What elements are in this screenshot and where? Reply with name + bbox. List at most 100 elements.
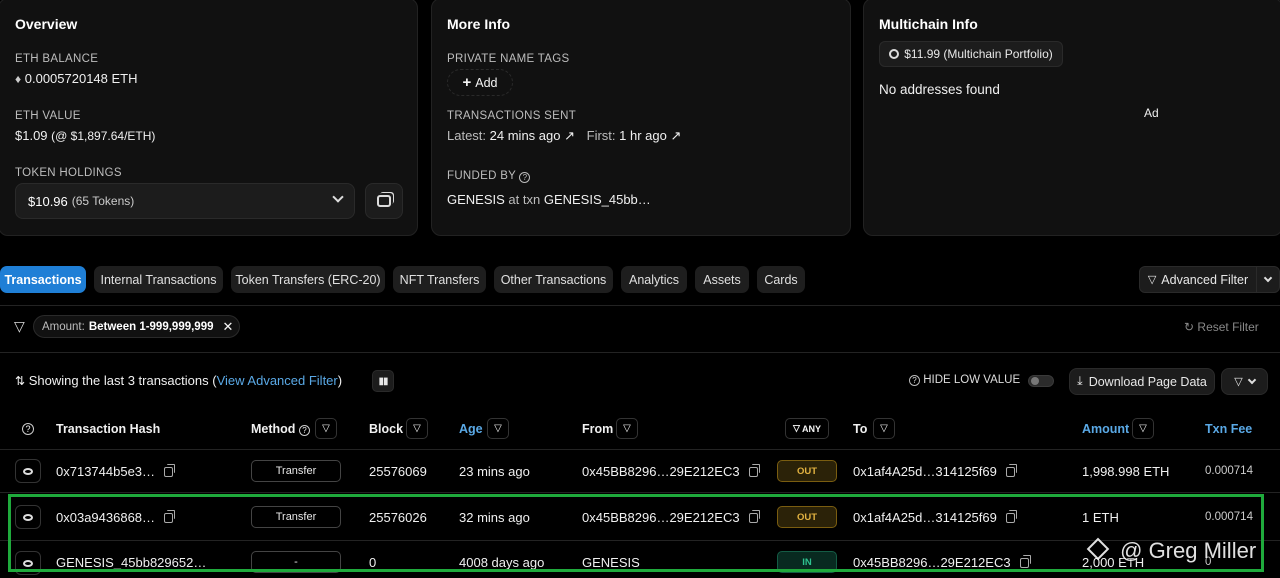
from-address: 0x45BB8296…29E212EC3 [582, 464, 760, 479]
eth-balance: ♦ 0.0005720148 ETH [15, 71, 138, 86]
header-txn-fee[interactable]: Txn Fee [1205, 422, 1252, 436]
copy-icon[interactable] [164, 464, 176, 477]
header-age[interactable]: Age [459, 422, 483, 436]
block-filter-button[interactable]: ▽ [406, 418, 428, 439]
to-address-text[interactable]: 0x1af4A25d…314125f69 [853, 464, 997, 479]
first-value[interactable]: 1 hr ago [619, 128, 667, 143]
block-link[interactable]: 25576069 [369, 464, 427, 479]
age-filter-button[interactable]: ▽ [487, 418, 509, 439]
reset-filter-button[interactable]: ↻ Reset Filter [1184, 320, 1259, 334]
from-address-text[interactable]: 0x45BB8296…29E212EC3 [582, 464, 740, 479]
tab-analytics[interactable]: Analytics [621, 266, 687, 293]
header-amount[interactable]: Amount [1082, 422, 1129, 436]
copy-icon[interactable] [748, 510, 760, 523]
advanced-filter-button[interactable]: ▽ Advanced Filter [1139, 266, 1257, 293]
from-address: GENESIS [582, 555, 640, 570]
tab-token-transfers[interactable]: Token Transfers (ERC-20) [231, 266, 385, 293]
token-holdings-value: $10.96 [28, 193, 68, 209]
divider [0, 305, 1280, 306]
funded-by-txn[interactable]: GENESIS_45bb… [544, 192, 651, 207]
add-tag-button[interactable]: + Add [447, 69, 513, 96]
copy-icon[interactable] [748, 464, 760, 477]
hide-low-value-switch[interactable] [1028, 375, 1054, 387]
view-advanced-filter-link[interactable]: View Advanced Filter [217, 373, 338, 388]
funded-by-at: at txn [508, 192, 541, 207]
age-cell: 32 mins ago [459, 510, 530, 525]
to-filter-button[interactable]: ▽ [873, 418, 895, 439]
to-address-text[interactable]: 0x1af4A25d…314125f69 [853, 510, 997, 525]
table-filter-button[interactable]: ▽ [1221, 368, 1268, 395]
copy-icon[interactable] [1005, 510, 1017, 523]
eth-price: (@ $1,897.64/ETH) [51, 129, 156, 143]
eye-icon [23, 467, 33, 475]
tab-assets[interactable]: Assets [695, 266, 749, 293]
eth-balance-value: 0.0005720148 ETH [24, 71, 138, 86]
chevron-down-icon [1247, 375, 1256, 385]
chip-value: Between 1-999,999,999 [88, 320, 214, 333]
tx-hash-link[interactable]: 0x713744b5e3… [56, 464, 176, 479]
divider [0, 449, 1280, 450]
copy-icon[interactable] [1005, 464, 1017, 477]
from-address-text[interactable]: 0x45BB8296…29E212EC3 [582, 510, 740, 525]
binance-logo-icon [1086, 537, 1110, 561]
row-preview-button[interactable] [15, 459, 41, 483]
to-address: 0x1af4A25d…314125f69 [853, 464, 1017, 479]
to-address: 0x45BB8296…29E212EC3 [853, 555, 1031, 570]
bar-chart-icon: ▮▮ [378, 375, 388, 387]
divider [0, 352, 1280, 353]
fee-cell: 0.000714 [1205, 465, 1253, 477]
method-badge: Transfer [251, 460, 341, 482]
close-icon[interactable]: ✕ [223, 319, 234, 335]
method-badge: Transfer [251, 506, 341, 528]
arrow-up-right-icon: ↗ [670, 128, 682, 143]
row-preview-button[interactable] [15, 505, 41, 529]
direction-badge: OUT [777, 460, 837, 482]
row-preview-button[interactable] [15, 551, 41, 575]
copy-icon[interactable] [164, 510, 176, 523]
tab-internal-transactions[interactable]: Internal Transactions [94, 266, 223, 293]
tx-hash-link[interactable]: 0x03a9436868… [56, 510, 176, 525]
latest-value[interactable]: 24 mins ago [490, 128, 561, 143]
portfolio-label: $11.99 (Multichain Portfolio) [904, 47, 1053, 61]
amount-cell: 1 ETH [1082, 510, 1119, 525]
token-holdings-count: (65 Tokens) [71, 194, 135, 208]
hide-low-value-label: HIDE LOW VALUE [923, 374, 1021, 386]
tx-hash-text[interactable]: 0x03a9436868… [56, 510, 155, 525]
add-tag-label: Add [475, 75, 498, 90]
latest-label: Latest: [447, 128, 487, 143]
direction-filter-button[interactable]: ▽ ANY [785, 418, 829, 439]
token-wallet-button[interactable] [365, 183, 403, 219]
block-link[interactable]: 0 [369, 555, 376, 570]
multichain-portfolio-button[interactable]: $11.99 (Multichain Portfolio) [879, 41, 1063, 67]
from-address-text[interactable]: GENESIS [582, 555, 640, 570]
tab-transactions[interactable]: Transactions [0, 266, 86, 293]
amount-filter-button[interactable]: ▽ [1132, 418, 1154, 439]
filter-funnel-icon: ▽ [322, 423, 330, 434]
tab-cards[interactable]: Cards [757, 266, 805, 293]
close-paren: ) [337, 373, 343, 388]
funded-by-source[interactable]: GENESIS [447, 192, 505, 207]
to-address: 0x1af4A25d…314125f69 [853, 510, 1017, 525]
more-info-card: More Info PRIVATE NAME TAGS + Add TRANSA… [431, 0, 851, 236]
copy-icon[interactable] [1019, 555, 1031, 568]
tx-hash-link[interactable]: GENESIS_45bb829652… [56, 555, 206, 570]
download-page-data-button[interactable]: ⤓ Download Page Data [1069, 368, 1215, 395]
filter-funnel-icon: ▽ [494, 423, 502, 434]
overview-title: Overview [15, 16, 78, 32]
advanced-filter-dropdown[interactable] [1256, 266, 1280, 293]
block-link[interactable]: 25576026 [369, 510, 427, 525]
chart-view-button[interactable]: ▮▮ [372, 370, 394, 392]
method-filter-button[interactable]: ▽ [315, 418, 337, 439]
tab-other-transactions[interactable]: Other Transactions [494, 266, 613, 293]
token-holdings-dropdown[interactable]: $10.96 (65 Tokens) [15, 183, 355, 219]
amount-filter-chip[interactable]: Amount: Between 1-999,999,999 ✕ [33, 315, 240, 338]
switch-knob [1031, 377, 1039, 385]
tx-hash-text[interactable]: GENESIS_45bb829652… [56, 555, 206, 570]
from-filter-button[interactable]: ▽ [616, 418, 638, 439]
download-icon: ⤓ [1077, 374, 1083, 388]
divider [0, 492, 1280, 493]
tx-hash-text[interactable]: 0x713744b5e3… [56, 464, 155, 479]
tab-nft-transfers[interactable]: NFT Transfers [393, 266, 486, 293]
direction-badge: IN [777, 551, 837, 573]
to-address-text[interactable]: 0x45BB8296…29E212EC3 [853, 555, 1011, 570]
